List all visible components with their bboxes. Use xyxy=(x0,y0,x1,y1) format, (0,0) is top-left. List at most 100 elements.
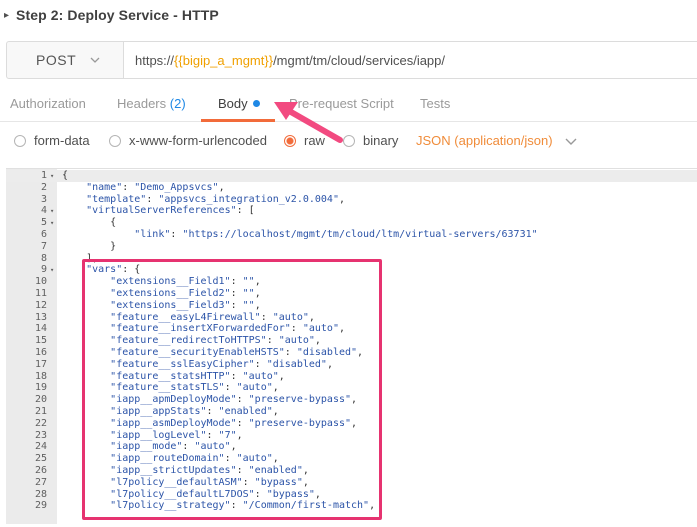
request-tabs: Authorization Headers (2) Body Pre-reque… xyxy=(0,86,697,122)
code-text: "vars": { xyxy=(86,264,141,276)
line-number: 11 xyxy=(34,288,47,299)
code-line: 19 "feature__statsTLS": "auto", xyxy=(6,382,697,394)
code-text: "iapp__appStats": "enabled", xyxy=(110,406,279,417)
line-number: 27 xyxy=(34,476,47,488)
code-text: "iapp__strictUpdates": "enabled", xyxy=(110,465,309,476)
line-number: 21 xyxy=(34,406,47,417)
line-number: 8 xyxy=(40,252,47,264)
code-line: 10 "extensions__Field1": "", xyxy=(6,276,697,288)
code-text: "extensions__Field1": "", xyxy=(110,276,261,288)
fold-toggle-icon[interactable]: ▾ xyxy=(50,217,58,229)
code-text: "name": "Demo_Appsvcs", xyxy=(86,181,225,193)
code-text: "l7policy__strategy": "/Common/first-mat… xyxy=(110,500,376,512)
code-line: 5 ▾ { xyxy=(6,217,697,229)
radio-urlencoded-label: x-www-form-urlencoded xyxy=(129,133,267,148)
code-text: "feature__easyL4Firewall": "auto", xyxy=(110,311,315,323)
body-mode-row: form-data x-www-form-urlencoded raw bina… xyxy=(0,129,697,155)
radio-form-data[interactable]: form-data xyxy=(14,133,90,148)
line-number: 14 xyxy=(34,323,47,335)
radio-raw-label: raw xyxy=(304,133,325,148)
code-editor[interactable]: 1 ▾{2 "name": "Demo_Appsvcs", 3 "template"… xyxy=(6,168,697,524)
request-title: Step 2: Deploy Service - HTTP xyxy=(16,7,219,23)
code-text: "iapp__apmDeployMode": "preserve-bypass"… xyxy=(110,394,358,406)
radio-checked-icon xyxy=(284,134,296,147)
code-line: 25 "iapp__routeDomain": "auto", xyxy=(6,453,697,465)
code-text: "virtualServerReferences": [ xyxy=(86,205,255,217)
url-suffix: /mgmt/tm/cloud/services/iapp/ xyxy=(273,52,446,68)
tab-authorization[interactable]: Authorization xyxy=(10,96,86,111)
code-text: "feature__statsTLS": "auto", xyxy=(110,382,279,394)
line-number: 16 xyxy=(34,347,47,358)
method-label: POST xyxy=(36,52,77,68)
code-line: 21 "iapp__appStats": "enabled", xyxy=(6,406,697,418)
headers-count: (2) xyxy=(169,96,186,111)
tab-pre-request-script[interactable]: Pre-request Script xyxy=(289,96,394,111)
line-number: 26 xyxy=(34,465,47,476)
radio-form-data-label: form-data xyxy=(34,133,90,148)
line-number: 7 xyxy=(40,240,47,252)
code-text: "template": "appsvcs_integration_v2.0.00… xyxy=(86,193,346,205)
code-text: "feature__securityEnableHSTS": "disabled… xyxy=(110,347,364,358)
tab-headers-label: Headers xyxy=(117,96,167,111)
radio-x-www-form-urlencoded[interactable]: x-www-form-urlencoded xyxy=(109,133,267,148)
code-line: 16 "feature__securityEnableHSTS": "disab… xyxy=(6,347,697,359)
code-text: "feature__statsHTTP": "auto", xyxy=(110,370,285,382)
line-number: 18 xyxy=(34,370,47,382)
line-number: 13 xyxy=(34,311,47,323)
code-text: "extensions__Field3": "", xyxy=(110,299,261,311)
code-line: 4 ▾ "virtualServerReferences": [ xyxy=(6,205,697,217)
code-line: 24 "iapp__mode": "auto", xyxy=(6,441,697,453)
chevron-down-icon xyxy=(565,138,577,145)
method-dropdown[interactable]: POST xyxy=(7,42,124,78)
code-text: } xyxy=(62,240,117,252)
code-line: 23 "iapp__logLevel": "7", xyxy=(6,430,697,442)
url-prefix: https:// xyxy=(135,52,175,68)
code-line: 13 "feature__easyL4Firewall": "auto", xyxy=(6,312,697,324)
request-header: ▸ Step 2: Deploy Service - HTTP xyxy=(0,0,697,30)
code-line: 17 "feature__sslEasyCipher": "disabled", xyxy=(6,359,697,371)
code-text: "extensions__Field2": "", xyxy=(110,288,261,299)
code-line: 14 "feature__insertXForwardedFor": "auto… xyxy=(6,323,697,335)
tab-body-label: Body xyxy=(218,96,248,111)
line-number: 9 xyxy=(40,264,47,276)
code-line: 6 "link": "https://localhost/mgmt/tm/clo… xyxy=(6,229,697,241)
content-type-label: JSON (application/json) xyxy=(416,133,553,148)
code-line: 28 "l7policy__defaultL7DOS": "bypass", xyxy=(6,489,697,501)
code-line: 8 ], xyxy=(6,253,697,265)
content-type-dropdown[interactable]: JSON (application/json) xyxy=(416,133,577,148)
code-text: { xyxy=(62,217,117,229)
code-line: 26 "iapp__strictUpdates": "enabled", xyxy=(6,465,697,477)
line-number: 3 xyxy=(40,193,47,205)
active-tab-indicator xyxy=(201,119,275,122)
fold-toggle-icon[interactable]: ▾ xyxy=(50,170,58,182)
code-line: 22 "iapp__asmDeployMode": "preserve-bypa… xyxy=(6,418,697,430)
line-number: 15 xyxy=(34,335,47,347)
code-text: "feature__redirectToHTTPS": "auto", xyxy=(110,335,321,347)
code-text: { xyxy=(62,170,69,181)
code-line: 27 "l7policy__defaultASM": "bypass", xyxy=(6,477,697,489)
tab-tests[interactable]: Tests xyxy=(420,96,450,111)
tab-headers[interactable]: Headers (2) xyxy=(117,96,186,111)
code-text: "iapp__mode": "auto", xyxy=(110,441,237,453)
code-text: "l7policy__defaultL7DOS": "bypass", xyxy=(110,488,321,500)
collapse-caret-icon[interactable]: ▸ xyxy=(4,10,16,21)
fold-toggle-icon[interactable]: ▾ xyxy=(50,264,58,276)
line-number: 1 xyxy=(40,170,47,181)
line-number: 19 xyxy=(34,382,47,394)
modified-dot-icon xyxy=(252,100,260,107)
radio-binary-label: binary xyxy=(363,133,399,148)
line-number: 25 xyxy=(34,453,47,465)
radio-circle-icon xyxy=(343,134,355,147)
code-line: 7 } xyxy=(6,241,697,253)
url-input[interactable]: https://{{bigip_a_mgmt}}/mgmt/tm/cloud/s… xyxy=(124,42,697,78)
code-text: "iapp__routeDomain": "auto", xyxy=(110,453,279,465)
code-line: 9 ▾ "vars": { xyxy=(6,264,697,276)
radio-binary[interactable]: binary xyxy=(343,133,398,148)
tab-body[interactable]: Body xyxy=(218,96,260,111)
line-number: 4 xyxy=(40,205,47,217)
radio-circle-icon xyxy=(14,134,26,147)
code-line: 3 "template": "appsvcs_integration_v2.0.… xyxy=(6,194,697,206)
radio-raw[interactable]: raw xyxy=(284,133,325,148)
fold-toggle-icon[interactable]: ▾ xyxy=(50,205,58,217)
code-line: 18 "feature__statsHTTP": "auto", xyxy=(6,371,697,383)
